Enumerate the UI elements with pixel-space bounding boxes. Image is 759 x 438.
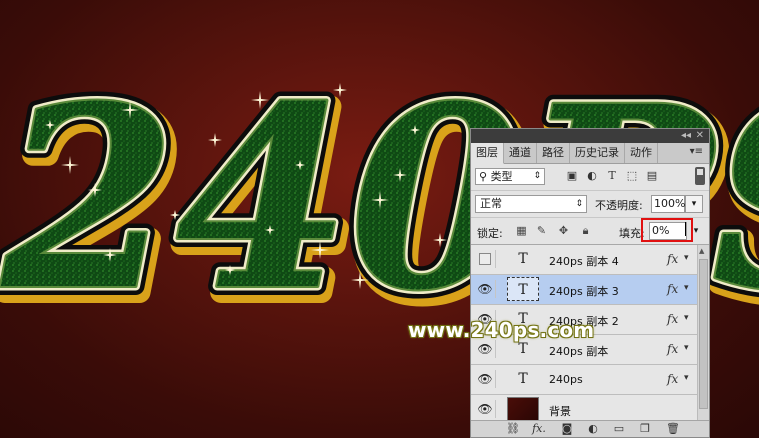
filter-type-label: 类型: [490, 170, 513, 183]
updown-arrow-icon: ⇕: [533, 171, 541, 181]
lock-label: 锁定:: [477, 227, 503, 240]
type-layer-icon: T: [518, 251, 528, 267]
smart-object-filter-icon[interactable]: ▤: [645, 169, 659, 183]
filter-row: ⚲ 类型 ⇕ ▣ ◐ T ⬚ ▤: [471, 164, 709, 191]
layer-list-scrollbar[interactable]: ▲: [697, 245, 709, 423]
lock-pixels-brush-icon[interactable]: ✎: [535, 224, 548, 237]
pixel-filter-icon[interactable]: ▣: [565, 169, 579, 183]
panel-titlebar[interactable]: ◂◂ ✕: [471, 129, 709, 143]
layer-name: 背景: [549, 405, 571, 418]
scroll-up-arrow-icon[interactable]: ▲: [699, 247, 704, 255]
search-icon: ⚲: [479, 170, 488, 183]
fx-icon[interactable]: fx: [667, 342, 678, 356]
type-filter-icon[interactable]: T: [605, 169, 619, 183]
lock-position-move-icon[interactable]: ✥: [557, 224, 570, 237]
eye-icon[interactable]: 👁︎: [475, 280, 496, 298]
trash-icon[interactable]: 🗑︎: [665, 422, 681, 436]
eye-icon[interactable]: 👁︎: [475, 370, 496, 388]
blend-mode-select[interactable]: 正常 ⇕: [475, 195, 587, 213]
tab-history[interactable]: 历史记录: [570, 143, 625, 163]
add-style-fx-icon[interactable]: fx.: [531, 422, 547, 436]
tab-paths[interactable]: 路径: [537, 143, 570, 163]
panel-menu-icon[interactable]: ▾≡: [690, 146, 703, 157]
layer-row[interactable]: T 240ps 副本 4 fx ▾: [471, 245, 697, 275]
adjustment-layer-icon[interactable]: ◐: [585, 422, 601, 436]
lock-all-icon[interactable]: 🔒︎: [579, 224, 592, 237]
watermark-text: www.240ps.com: [408, 318, 595, 342]
tab-actions[interactable]: 动作: [625, 143, 658, 163]
opacity-label: 不透明度:: [595, 199, 643, 212]
fx-icon[interactable]: fx: [667, 312, 678, 326]
fx-icon[interactable]: fx: [667, 372, 678, 386]
layer-row[interactable]: 👁︎ T 240ps fx ▾: [471, 365, 697, 395]
opacity-dropdown-icon[interactable]: ▾: [685, 195, 703, 213]
tab-channels[interactable]: 通道: [504, 143, 537, 163]
panel-bottom-toolbar: ⛓ fx. ◙ ◐ ▭ ❐ 🗑︎: [471, 420, 709, 437]
fx-icon[interactable]: fx: [667, 252, 678, 266]
adjustment-filter-icon[interactable]: ◐: [585, 169, 599, 183]
layer-row-background[interactable]: 👁︎ 背景: [471, 395, 697, 423]
background-thumbnail: [507, 397, 539, 421]
panel-tabs: 图层 通道 路径 历史记录 动作 ▾≡: [471, 143, 709, 164]
filter-type-select[interactable]: ⚲ 类型 ⇕: [475, 168, 545, 185]
eye-icon[interactable]: 👁︎: [475, 340, 496, 358]
layers-panel: ◂◂ ✕ 图层 通道 路径 历史记录 动作 ▾≡ ⚲ 类型 ⇕ ▣ ◐ T ⬚ …: [470, 128, 710, 438]
layer-name: 240ps 副本 4: [549, 255, 619, 268]
expand-arrow-icon[interactable]: ▾: [684, 283, 689, 293]
updown-arrow-icon: ⇕: [575, 199, 583, 209]
link-layers-icon[interactable]: ⛓: [505, 422, 521, 436]
new-group-folder-icon[interactable]: ▭: [611, 422, 627, 436]
eye-icon[interactable]: 👁︎: [475, 400, 496, 418]
blend-row: 正常 ⇕ 不透明度: 100% ▾: [471, 191, 709, 218]
tab-layers[interactable]: 图层: [471, 143, 504, 164]
expand-arrow-icon[interactable]: ▾: [684, 343, 689, 353]
type-layer-icon: T: [507, 277, 539, 301]
expand-arrow-icon[interactable]: ▾: [684, 253, 689, 263]
opacity-input[interactable]: 100%: [651, 195, 685, 213]
add-mask-icon[interactable]: ◙: [559, 422, 575, 436]
layer-name: 240ps 副本: [549, 345, 609, 358]
fx-icon[interactable]: fx: [667, 282, 678, 296]
new-layer-icon[interactable]: ❐: [637, 422, 653, 436]
filter-toggle-switch[interactable]: [695, 167, 705, 185]
double-chevron-left-icon[interactable]: ◂◂: [681, 129, 691, 143]
fill-highlight-box: [641, 218, 693, 242]
layer-row-selected[interactable]: 👁︎ T 240ps 副本 3 fx ▾: [471, 275, 697, 305]
lock-row: 锁定: ▦ ✎ ✥ 🔒︎ 填充: 0% ▾: [471, 218, 709, 245]
blend-mode-value: 正常: [480, 197, 502, 210]
close-icon[interactable]: ✕: [696, 129, 704, 143]
shape-filter-icon[interactable]: ⬚: [625, 169, 639, 183]
type-layer-icon: T: [518, 371, 528, 387]
layer-name: 240ps: [549, 373, 583, 386]
layer-name: 240ps 副本 3: [549, 285, 619, 298]
expand-arrow-icon[interactable]: ▾: [684, 373, 689, 383]
scrollbar-thumb[interactable]: [699, 259, 708, 409]
visibility-toggle[interactable]: [475, 250, 496, 268]
expand-arrow-icon[interactable]: ▾: [684, 313, 689, 323]
lock-transparency-icon[interactable]: ▦: [515, 224, 528, 237]
